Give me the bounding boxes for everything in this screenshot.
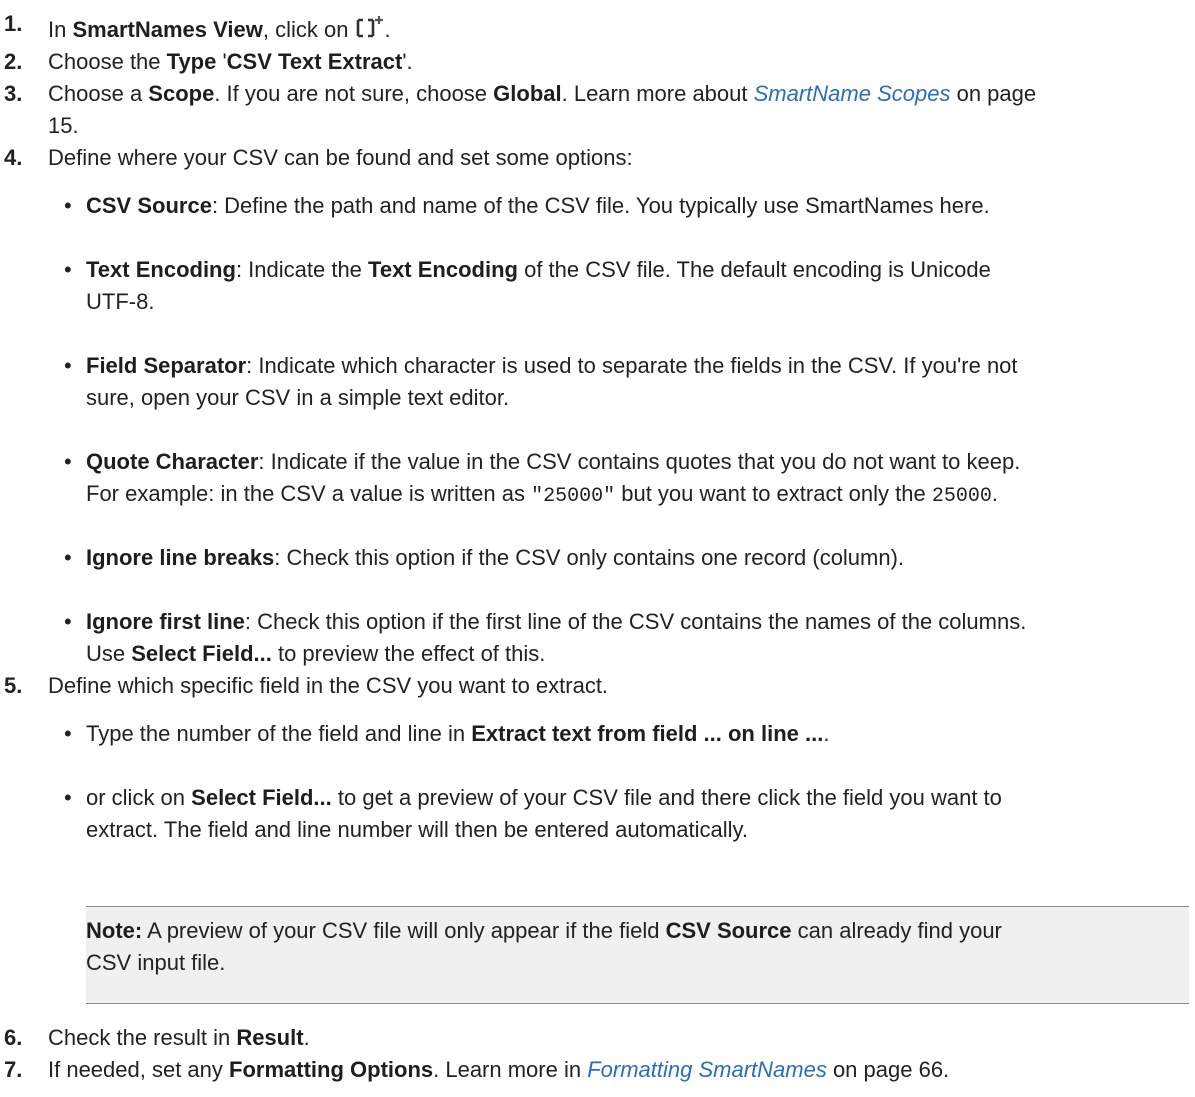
note-box: Note: A preview of your CSV file will on…	[86, 906, 1189, 1004]
step-7: 7. If needed, set any Formatting Options…	[0, 1054, 1185, 1086]
option-ignore-line-breaks: • Ignore line breaks: Check this option …	[64, 545, 905, 570]
extract-option-select-field: • or click on Select Field... to get a p…	[64, 785, 1002, 842]
add-bracket-icon	[355, 16, 385, 40]
step-1: 1. In SmartNames View, click on .	[0, 11, 1185, 46]
step-number: 5.	[4, 673, 23, 698]
step-number: 1.	[4, 11, 23, 36]
step-number: 3.	[4, 81, 23, 106]
step-6: 6. Check the result in Result.	[0, 1022, 1185, 1054]
option-quote-character: • Quote Character: Indicate if the value…	[64, 449, 1021, 508]
step-3: 3. Choose a Scope. If you are not sure, …	[0, 78, 1185, 142]
option-field-separator: • Field Separator: Indicate which charac…	[64, 353, 1018, 410]
document-page: 1. In SmartNames View, click on . 2. Cho…	[0, 0, 1195, 1097]
option-csv-source: • CSV Source: Define the path and name o…	[64, 193, 990, 218]
step-number: 2.	[4, 49, 23, 74]
extract-option-type: • Type the number of the field and line …	[64, 721, 830, 746]
step-4: 4. Define where your CSV can be found an…	[0, 142, 1185, 174]
step-number: 4.	[4, 145, 23, 170]
option-text-encoding: • Text Encoding: Indicate the Text Encod…	[64, 257, 991, 314]
code-quoted-value: "25000"	[531, 485, 616, 508]
step-2: 2. Choose the Type 'CSV Text Extract'.	[0, 46, 1185, 78]
step-number: 6.	[4, 1025, 23, 1050]
option-ignore-first-line: • Ignore first line: Check this option i…	[64, 609, 1027, 666]
step-5: 5. Define which specific field in the CS…	[0, 670, 1185, 702]
step-number: 7.	[4, 1057, 23, 1082]
note-label: Note:	[86, 918, 143, 943]
code-value: 25000	[931, 485, 992, 508]
link-smartname-scopes[interactable]: SmartName Scopes	[754, 81, 951, 106]
link-formatting-smartnames[interactable]: Formatting SmartNames	[587, 1057, 827, 1082]
